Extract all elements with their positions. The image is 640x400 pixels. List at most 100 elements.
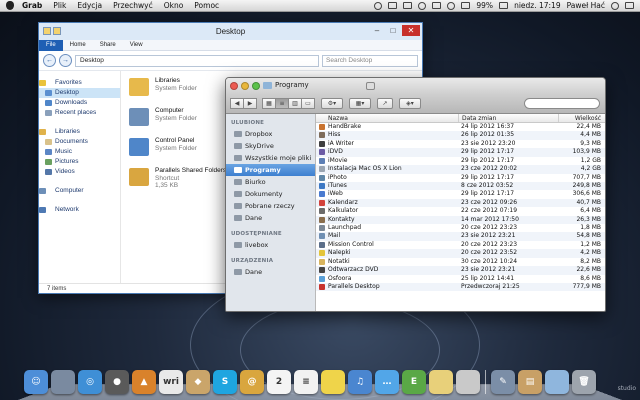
table-row[interactable]: Osfoora 25 lip 2012 14:41 8,6 MB <box>316 275 605 283</box>
spotlight-icon[interactable] <box>611 1 619 10</box>
share-icon[interactable]: ↗ <box>377 98 393 109</box>
volume-icon[interactable] <box>461 2 471 9</box>
table-row[interactable]: Launchpad 20 cze 2012 23:23 1,8 MB <box>316 224 605 232</box>
sidebar-item-pictures[interactable]: Pictures <box>39 157 120 167</box>
arrange-icon[interactable]: ▦▾ <box>349 98 371 109</box>
clock[interactable]: niedz. 17:19 <box>514 1 561 10</box>
finder-titlebar[interactable]: Programy <box>226 78 605 94</box>
table-row[interactable]: iWeb 29 lip 2012 17:17 306,6 MB <box>316 190 605 198</box>
finder-icon[interactable]: ☺ <box>24 370 48 394</box>
column-header-name[interactable]: Nazwa <box>316 114 458 122</box>
menu-capture[interactable]: Przechwyć <box>113 1 153 10</box>
messages-icon[interactable]: … <box>375 370 399 394</box>
apple-menu-icon[interactable] <box>6 1 14 10</box>
sidebar-item-all-files[interactable]: Wszystkie moje pliki <box>226 152 315 164</box>
sidebar-item-downloads[interactable]: Downloads <box>39 98 120 108</box>
table-row[interactable]: Mission Control 20 cze 2012 23:23 1,2 MB <box>316 241 605 249</box>
sidebar-item-dane[interactable]: Dane <box>226 212 315 224</box>
user-name[interactable]: Paweł Hać <box>567 1 605 10</box>
utilities-icon[interactable]: ✎ <box>491 370 515 394</box>
screen-tray-icon[interactable] <box>403 2 413 9</box>
table-row[interactable]: iMovie 29 lip 2012 17:17 1,2 GB <box>316 157 605 165</box>
sidebar-item-dropbox[interactable]: Dropbox <box>226 128 315 140</box>
notes-icon[interactable] <box>429 370 453 394</box>
time-machine-icon[interactable] <box>418 1 427 10</box>
minimize-button[interactable] <box>241 82 249 90</box>
table-row[interactable]: Nalepki 20 cze 2012 23:52 4,2 MB <box>316 249 605 258</box>
trash-icon[interactable]: 🗑 <box>572 370 596 394</box>
menu-edit[interactable]: Edycja <box>77 1 102 10</box>
stuffit-icon[interactable]: ◆ <box>186 370 210 394</box>
sidebar-item-recent[interactable]: Recent places <box>39 108 120 118</box>
back-arrow-icon[interactable]: ◀ <box>230 98 244 109</box>
menu-app-name[interactable]: Grab <box>22 1 42 10</box>
sidebar-item-livebox[interactable]: livebox <box>226 239 315 251</box>
tab-view[interactable]: View <box>123 40 150 51</box>
dropbox-tray-icon[interactable] <box>374 1 383 10</box>
menu-help[interactable]: Pomoc <box>194 1 219 10</box>
table-row[interactable]: iPhoto 29 lip 2012 17:17 707,7 MB <box>316 174 605 182</box>
search-input[interactable] <box>524 98 600 109</box>
table-row[interactable]: Odtwarzacz DVD 23 sie 2012 23:21 22,6 MB <box>316 266 605 275</box>
action-gear-icon[interactable]: ⚙▾ <box>321 98 343 109</box>
column-view-icon[interactable]: ▥ <box>288 98 302 109</box>
dropbox-menu-icon[interactable]: ◈▾ <box>399 98 421 109</box>
folder-icon[interactable] <box>545 370 569 394</box>
sidebar-item-network[interactable]: Network <box>39 205 120 215</box>
photo-icon[interactable] <box>456 370 480 394</box>
close-button[interactable]: ✕ <box>402 25 420 36</box>
sidebar-item-desktop[interactable]: Biurko <box>226 176 315 188</box>
skype-tray-icon[interactable] <box>388 2 398 9</box>
back-arrow-icon[interactable]: ← <box>43 54 56 67</box>
table-row[interactable]: Parallels Desktop Przedwczoraj 21:25 777,9… <box>316 283 605 292</box>
transmit-icon[interactable]: ▲ <box>132 370 156 394</box>
sidebar-item-skydrive[interactable]: SkyDrive <box>226 140 315 152</box>
sidebar-item-documents[interactable]: Dokumenty <box>226 188 315 200</box>
sidebar-item-applications[interactable]: Programy <box>226 164 315 176</box>
tab-file[interactable]: File <box>39 39 63 51</box>
stickies-icon[interactable] <box>321 370 345 394</box>
preview-icon[interactable] <box>51 370 75 394</box>
calendar-icon[interactable]: 2 <box>267 370 291 394</box>
table-row[interactable]: Kalendarz 23 cze 2012 09:26 40,7 MB <box>316 198 605 208</box>
table-row[interactable]: Kalkulator 22 cze 2012 07:19 6,4 MB <box>316 207 605 215</box>
minimize-button[interactable]: – <box>370 25 384 36</box>
forward-arrow-icon[interactable]: ▶ <box>243 98 257 109</box>
notification-center-icon[interactable] <box>625 2 634 9</box>
table-row[interactable]: Notatki 30 cze 2012 10:24 8,2 MB <box>316 258 605 266</box>
reminders-icon[interactable]: ≡ <box>294 370 318 394</box>
wifi-icon[interactable] <box>447 1 456 10</box>
sidebar-item-videos[interactable]: Videos <box>39 167 120 177</box>
table-row[interactable]: Instalacja Mac OS X Lion 23 cze 2012 20:0… <box>316 165 605 174</box>
sidebar-item-documents[interactable]: Documents <box>39 137 120 147</box>
wri-icon[interactable]: wri <box>159 370 183 394</box>
evernote-icon[interactable]: E <box>402 370 426 394</box>
tab-share[interactable]: Share <box>93 40 123 51</box>
table-row[interactable]: iDVD 29 lip 2012 17:17 103,9 MB <box>316 148 605 157</box>
menu-file[interactable]: Plik <box>53 1 66 10</box>
column-header-size[interactable]: Wielkość <box>558 114 605 122</box>
zoom-button[interactable] <box>252 82 260 90</box>
sidebar-item-downloads[interactable]: Pobrane rzeczy <box>226 200 315 212</box>
archive-icon[interactable]: ▤ <box>518 370 542 394</box>
sidebar-libraries-header[interactable]: Libraries <box>39 127 120 137</box>
camera-icon[interactable]: ● <box>105 370 129 394</box>
menu-window[interactable]: Okno <box>164 1 184 10</box>
explorer-titlebar[interactable]: Desktop – □ ✕ <box>39 23 422 40</box>
table-row[interactable]: Hiss 26 lip 2012 01:35 4,4 MB <box>316 131 605 140</box>
forward-arrow-icon[interactable]: → <box>59 54 72 67</box>
search-input[interactable]: Search Desktop <box>322 54 418 67</box>
column-header-date[interactable]: Data zmian <box>458 114 558 122</box>
sidebar-item-computer[interactable]: Computer <box>39 186 120 196</box>
sidebar-item-device-dane[interactable]: Dane <box>226 266 315 278</box>
list-view-icon[interactable]: ≡ <box>275 98 289 109</box>
table-row[interactable]: iTunes 8 cze 2012 03:52 249,8 MB <box>316 181 605 191</box>
skype-icon[interactable]: S <box>213 370 237 394</box>
icon-view-icon[interactable]: ▦ <box>262 98 276 109</box>
battery-percent[interactable]: 99% <box>476 1 493 10</box>
itunes-icon[interactable]: ♫ <box>348 370 372 394</box>
toolbar-toggle-icon[interactable] <box>366 82 375 90</box>
sidebar-item-music[interactable]: Music <box>39 147 120 157</box>
address-icon[interactable]: @ <box>240 370 264 394</box>
table-row[interactable]: Mail 23 sie 2012 23:21 54,8 MB <box>316 232 605 241</box>
